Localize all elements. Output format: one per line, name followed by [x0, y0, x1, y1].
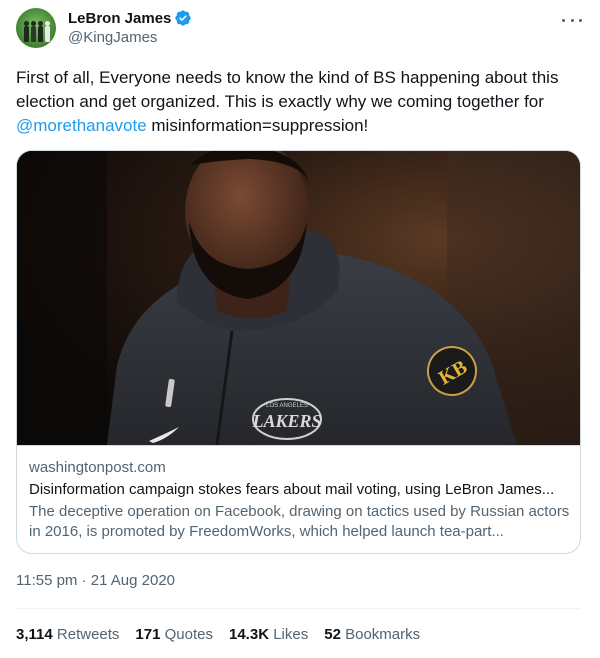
link-preview-card[interactable]: LAKERS LOS ANGELES KB washingtonpost.com… [16, 150, 581, 554]
tweet-container: LeBron James @KingJames First of all, Ev… [0, 0, 600, 658]
divider [16, 608, 581, 609]
tweet-text-start: First of all, Everyone needs to know the… [16, 68, 559, 111]
card-headline: Disinformation campaign stokes fears abo… [29, 481, 555, 498]
bookmarks-label: Bookmarks [345, 626, 421, 643]
author-display-name[interactable]: LeBron James [68, 10, 171, 27]
card-meta: washingtonpost.com Disinformation campai… [17, 445, 580, 542]
engagement-stats: 3,114 Retweets 171 Quotes 14.3K Likes 52… [16, 626, 436, 643]
bookmarks-count: 52 [324, 626, 341, 643]
quotes-count: 171 [135, 626, 161, 643]
tweet-header: LeBron James @KingJames [16, 8, 584, 48]
likes-count: 14.3K [229, 626, 270, 643]
retweets-stat[interactable]: 3,114 Retweets [16, 626, 119, 643]
more-options-icon[interactable] [562, 12, 582, 28]
tweet-timestamp[interactable]: 11:55 pm · 21 Aug 2020 [16, 572, 175, 589]
likes-stat[interactable]: 14.3K Likes [229, 626, 308, 643]
bookmarks-stat[interactable]: 52 Bookmarks [324, 626, 420, 643]
quotes-label: Quotes [164, 626, 213, 643]
verified-badge-icon [175, 10, 192, 26]
retweets-label: Retweets [56, 626, 120, 643]
likes-label: Likes [273, 626, 309, 643]
author-handle[interactable]: @KingJames [68, 29, 192, 46]
tweet-text: First of all, Everyone needs to know the… [16, 66, 584, 138]
quotes-stat[interactable]: 171 Quotes [135, 626, 213, 643]
author-avatar[interactable] [16, 8, 56, 48]
player-photo: LAKERS LOS ANGELES KB [17, 151, 580, 445]
tweet-text-end: misinformation=suppression! [146, 116, 369, 135]
card-description: The deceptive operation on Facebook, dra… [29, 503, 570, 540]
jersey-lakers-text: LAKERS [251, 411, 321, 431]
card-image: LAKERS LOS ANGELES KB [17, 151, 580, 445]
jersey-small-text: LOS ANGELES [266, 403, 308, 409]
card-domain: washingtonpost.com [29, 459, 166, 476]
mention-link[interactable]: @morethanavote [16, 116, 147, 135]
author-names: LeBron James @KingJames [68, 8, 192, 46]
retweets-count: 3,114 [16, 626, 53, 643]
